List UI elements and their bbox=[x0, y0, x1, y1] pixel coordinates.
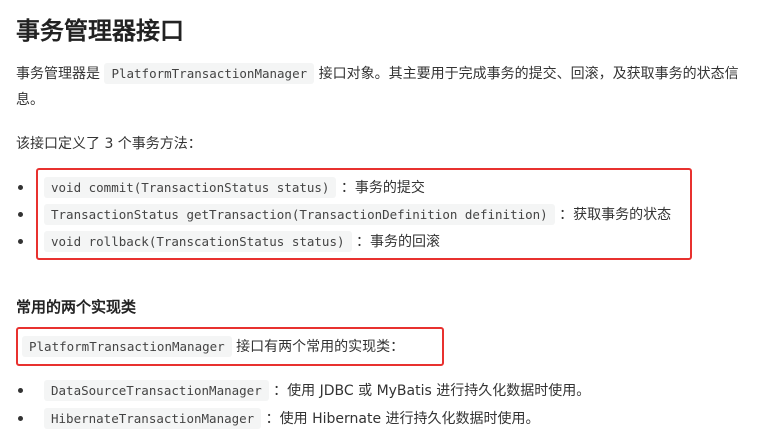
methods-list: void commit(TransactionStatus status) ：事… bbox=[16, 174, 671, 255]
method-desc: ：获取事务的状态 bbox=[559, 207, 672, 223]
impl-class-desc: ：使用 JDBC 或 MyBatis 进行持久化数据时使用。 bbox=[273, 383, 591, 399]
methods-intro: 该接口定义了 3 个事务方法： bbox=[16, 136, 202, 152]
bullet-icon bbox=[18, 185, 23, 190]
bullet-icon bbox=[18, 388, 23, 393]
impl-list: DataSourceTransactionManager ：使用 JDBC 或 … bbox=[16, 377, 590, 433]
method-code: void rollback(TranscationStatus status) bbox=[44, 231, 352, 252]
impl-text: 接口有两个常用的实现类： bbox=[231, 339, 405, 355]
page-title: 事务管理器接口 bbox=[16, 17, 184, 45]
intro-prefix: 事务管理器是 bbox=[16, 66, 100, 82]
list-item: DataSourceTransactionManager ：使用 JDBC 或 … bbox=[16, 377, 590, 405]
intro-paragraph: 事务管理器是 PlatformTransactionManager 接口对象。其… bbox=[16, 61, 756, 113]
method-desc: ：事务的回滚 bbox=[355, 234, 440, 250]
method-code: void commit(TransactionStatus status) bbox=[44, 177, 337, 198]
impl-class-desc: ：使用 Hibernate 进行持久化数据时使用。 bbox=[265, 411, 540, 427]
list-item: void rollback(TranscationStatus status) … bbox=[16, 228, 671, 255]
method-desc: ：事务的提交 bbox=[340, 180, 425, 196]
bullet-icon bbox=[18, 416, 23, 421]
impl-paragraph: PlatformTransactionManager 接口有两个常用的实现类： bbox=[22, 334, 404, 360]
impl-class-code: DataSourceTransactionManager bbox=[44, 380, 269, 401]
section-title: 常用的两个实现类 bbox=[16, 298, 137, 316]
list-item: void commit(TransactionStatus status) ：事… bbox=[16, 174, 671, 201]
impl-class-code: HibernateTransactionManager bbox=[44, 408, 262, 429]
bullet-icon bbox=[18, 212, 23, 217]
method-code: TransactionStatus getTransaction(Transac… bbox=[44, 204, 555, 225]
list-item: HibernateTransactionManager ：使用 Hibernat… bbox=[16, 405, 590, 433]
bullet-icon bbox=[18, 239, 23, 244]
intro-code: PlatformTransactionManager bbox=[104, 63, 315, 84]
impl-code: PlatformTransactionManager bbox=[22, 336, 232, 357]
list-item: TransactionStatus getTransaction(Transac… bbox=[16, 201, 671, 228]
